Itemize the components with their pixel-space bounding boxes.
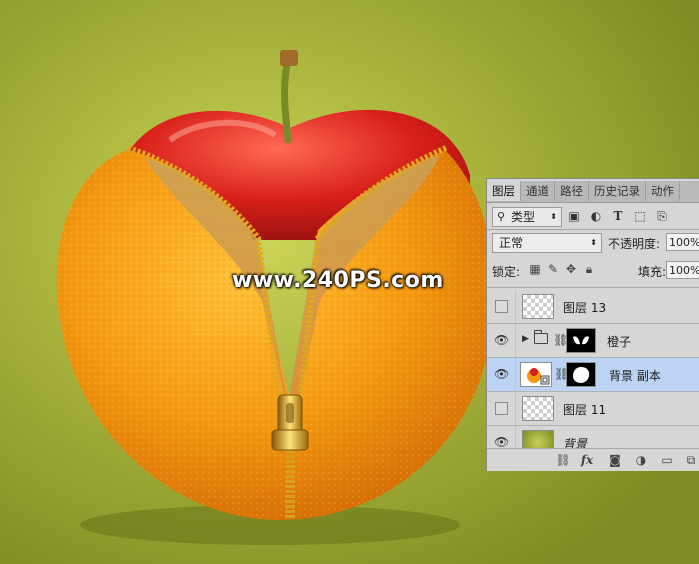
thumbnail-image (527, 368, 550, 385)
tab-channels[interactable]: 通道 (521, 181, 555, 201)
adjustment-filter-icon[interactable]: ◐ (588, 207, 604, 225)
eye-icon[interactable]: 👁︎ (494, 368, 509, 380)
opacity-label: 不透明度: (608, 237, 661, 251)
fill-field[interactable]: 100% (666, 261, 699, 279)
blend-mode-value: 正常 (499, 236, 524, 250)
watermark-text: www.240PS.com (232, 268, 444, 293)
blend-mode-select[interactable]: 正常 ⬍ (492, 233, 602, 253)
layer-name: 图层 13 (563, 301, 607, 315)
divider (487, 287, 699, 288)
new-layer-icon[interactable]: ⧉ (683, 452, 699, 468)
expand-arrow-icon[interactable]: ▶ (522, 334, 529, 344)
divider (515, 358, 516, 391)
chevron-updown-icon: ⬍ (550, 212, 557, 221)
fx-icon[interactable]: fx (579, 452, 595, 468)
panel-bottom-bar: ⛓ fx ◙ ◑ ▭ ⧉ (487, 448, 699, 471)
layer-row[interactable]: 图层 13 (487, 290, 699, 324)
lock-label: 锁定: (492, 265, 521, 279)
divider (515, 290, 516, 323)
divider (515, 392, 516, 425)
layer-mask-thumbnail[interactable] (566, 362, 596, 387)
visibility-toggle-off[interactable] (495, 300, 508, 313)
visibility-toggle-off[interactable] (495, 402, 508, 415)
divider (487, 229, 699, 230)
layer-row-selected[interactable]: 👁︎ ⛓ 背景 副本 (487, 358, 699, 392)
layer-filter-select[interactable]: ⚲ 类型 ⬍ (492, 207, 562, 227)
eye-icon[interactable]: 👁︎ (494, 334, 509, 346)
mask-shape (573, 336, 589, 345)
tab-layers[interactable]: 图层 (487, 181, 521, 201)
layer-row[interactable]: 图层 11 (487, 392, 699, 426)
filter-row: ⚲ 类型 ⬍ ▣ ◐ T ⬚ ⎘ (492, 207, 697, 227)
lock-all-icon[interactable]: 🔒︎ (582, 262, 596, 278)
layer-name: 橙子 (607, 335, 632, 349)
blend-row: 正常 ⬍ 不透明度: 100% (492, 233, 699, 253)
chevron-updown-icon: ⬍ (590, 238, 597, 247)
type-filter-icon[interactable]: T (610, 207, 626, 225)
lock-paint-icon[interactable]: ✎ (546, 262, 560, 278)
divider (515, 324, 516, 357)
lock-transparent-icon[interactable]: ▦ (528, 262, 542, 278)
layer-name: 图层 11 (563, 403, 607, 417)
layer-name: 背景 副本 (609, 369, 661, 383)
tab-actions[interactable]: 动作 (646, 181, 680, 201)
image-filter-icon[interactable]: ▣ (566, 207, 582, 225)
layers-panel: 图层 通道 路径 历史记录 动作 ⚲ 类型 ⬍ ▣ ◐ T ⬚ ⎘ 正常 ⬍ 不… (486, 178, 699, 471)
lock-row: 锁定: ▦ ✎ ✥ 🔒︎ 填充: 100% (492, 261, 699, 281)
fill-label: 填充: (638, 265, 667, 279)
shape-filter-icon[interactable]: ⬚ (632, 207, 648, 225)
layer-mask-thumbnail[interactable] (566, 328, 596, 353)
eye-icon[interactable]: 👁︎ (494, 436, 509, 448)
layer-thumbnail (522, 396, 554, 421)
filter-label: 类型 (511, 210, 536, 224)
layer-thumbnail (522, 294, 554, 319)
mask-shape (573, 367, 590, 383)
adjustment-layer-icon[interactable]: ◑ (633, 452, 649, 468)
layer-list: 图层 13 👁︎ ▶ ⛓ 橙子 👁︎ ⛓ 背景 副本 图层 11 👁︎ 背景 (487, 290, 699, 460)
add-mask-icon[interactable]: ◙ (607, 452, 623, 468)
smart-object-filter-icon[interactable]: ⎘ (654, 207, 670, 225)
panel-tabs: 图层 通道 路径 历史记录 动作 (487, 181, 699, 203)
layer-row[interactable]: 👁︎ ▶ ⛓ 橙子 (487, 324, 699, 358)
tab-history[interactable]: 历史记录 (589, 181, 646, 201)
search-icon: ⚲ (497, 210, 506, 223)
new-group-icon[interactable]: ▭ (659, 452, 675, 468)
layer-thumbnail (520, 362, 552, 387)
opacity-field[interactable]: 100% (666, 233, 699, 251)
lock-move-icon[interactable]: ✥ (564, 262, 578, 278)
link-layers-icon[interactable]: ⛓ (555, 452, 571, 468)
tab-paths[interactable]: 路径 (555, 181, 589, 201)
folder-icon (534, 330, 548, 344)
